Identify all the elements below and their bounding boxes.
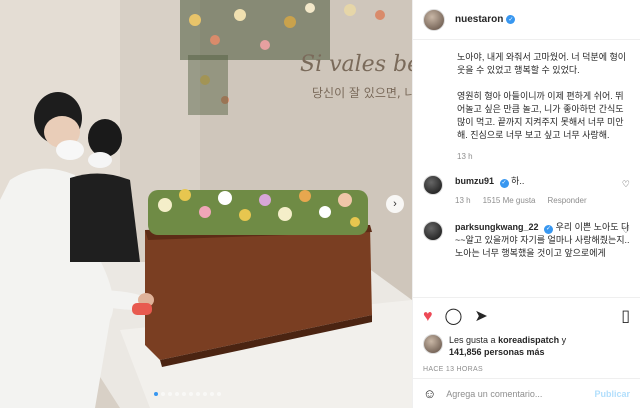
carousel-dot (161, 392, 165, 396)
verified-icon: ✓ (544, 225, 554, 234)
commenter-username[interactable]: bumzu91 (455, 176, 494, 186)
carousel-dot (189, 392, 193, 396)
liked-by-suffix: y (561, 335, 567, 345)
comment-time[interactable]: 13 h (455, 194, 471, 207)
emoji-icon[interactable]: ☺ (423, 386, 436, 401)
commenter-avatar[interactable] (423, 175, 443, 195)
carousel-dot (203, 392, 207, 396)
wall-text-latin: Si vales ben (300, 52, 412, 77)
comment-text: 하.. (511, 176, 525, 186)
author-username[interactable]: nuestaron (455, 14, 503, 25)
share-icon[interactable]: ➤ (474, 309, 487, 325)
instagram-post-window: Si vales ben 당신이 잘 있으면, 나도 › nuestaron ✓… (0, 0, 640, 408)
caption-timestamp[interactable]: 13 h (423, 152, 630, 161)
liker-avatar[interactable] (423, 334, 443, 354)
heart-icon[interactable]: ♥ (423, 309, 433, 325)
comment-input[interactable] (446, 388, 595, 399)
wall-text-korean: 당신이 잘 있으면, 나도 (312, 86, 412, 100)
commenter-username[interactable]: parksungkwang_22 (455, 222, 539, 232)
liked-by-prefix: Les gusta a (449, 335, 496, 345)
author-avatar[interactable] (423, 8, 445, 31)
comment-item: bumzu91 ✓ 하.. 13 h 1515 Me gusta Respond… (423, 175, 630, 207)
carousel-dot (217, 392, 221, 396)
comment-icon[interactable]: ◯ (445, 309, 463, 325)
verified-icon: ✓ (506, 15, 516, 24)
post-sidebar: nuestaron ✓ 노아야, 내게 와줘서 고마웠어. 너 덕분에 형이 웃… (412, 0, 640, 408)
post-caption: 노아야, 내게 와줘서 고마웠어. 너 덕분에 형이 웃을 수 있었고 행복할 … (457, 52, 627, 140)
add-comment-bar: ☺ Publicar (413, 378, 640, 408)
carousel-dot (182, 392, 186, 396)
comment-like-icon[interactable]: ♡ (622, 225, 630, 236)
carousel-dot (175, 392, 179, 396)
carousel-dot-active (154, 392, 158, 396)
post-photo[interactable]: Si vales ben 당신이 잘 있으면, 나도 › (0, 0, 412, 408)
reply-button[interactable]: Responder (548, 194, 587, 207)
box-flowers (148, 189, 368, 235)
carousel-dot (168, 392, 172, 396)
comment-like-icon[interactable]: ♡ (622, 179, 630, 190)
bookmark-icon[interactable]: ▯ (621, 309, 630, 325)
carousel-dots (154, 392, 221, 396)
action-icons: ♥ ◯ ➤ ▯ (423, 306, 630, 328)
commenter-avatar[interactable] (423, 221, 443, 241)
verified-icon: ✓ (499, 179, 509, 188)
liked-by-user[interactable]: koreadispatch (498, 335, 559, 345)
carousel-dot (210, 392, 214, 396)
comment-likes[interactable]: 1515 Me gusta (483, 194, 536, 207)
post-header: nuestaron ✓ (413, 0, 640, 40)
likes-summary: Les gusta a koreadispatch y 141,856 pers… (423, 334, 630, 358)
post-comment-button[interactable]: Publicar (594, 389, 630, 399)
post-timestamp: HACE 13 HORAS (423, 366, 483, 373)
comments-area[interactable]: 노아야, 내게 와줘서 고마웠어. 너 덕분에 형이 웃을 수 있었고 행복할 … (413, 41, 640, 297)
chevron-right-icon: › (393, 198, 397, 210)
comment-item: parksungkwang_22 ✓ 우리 이쁜 노아도 다~~알고 있을꺼야 … (423, 221, 630, 260)
carousel-dot (196, 392, 200, 396)
next-photo-button[interactable]: › (386, 195, 404, 213)
others-likes-count[interactable]: 141,856 personas más (449, 347, 545, 357)
post-actions: ♥ ◯ ➤ ▯ Les gusta a koreadispatch y 141,… (413, 297, 640, 373)
